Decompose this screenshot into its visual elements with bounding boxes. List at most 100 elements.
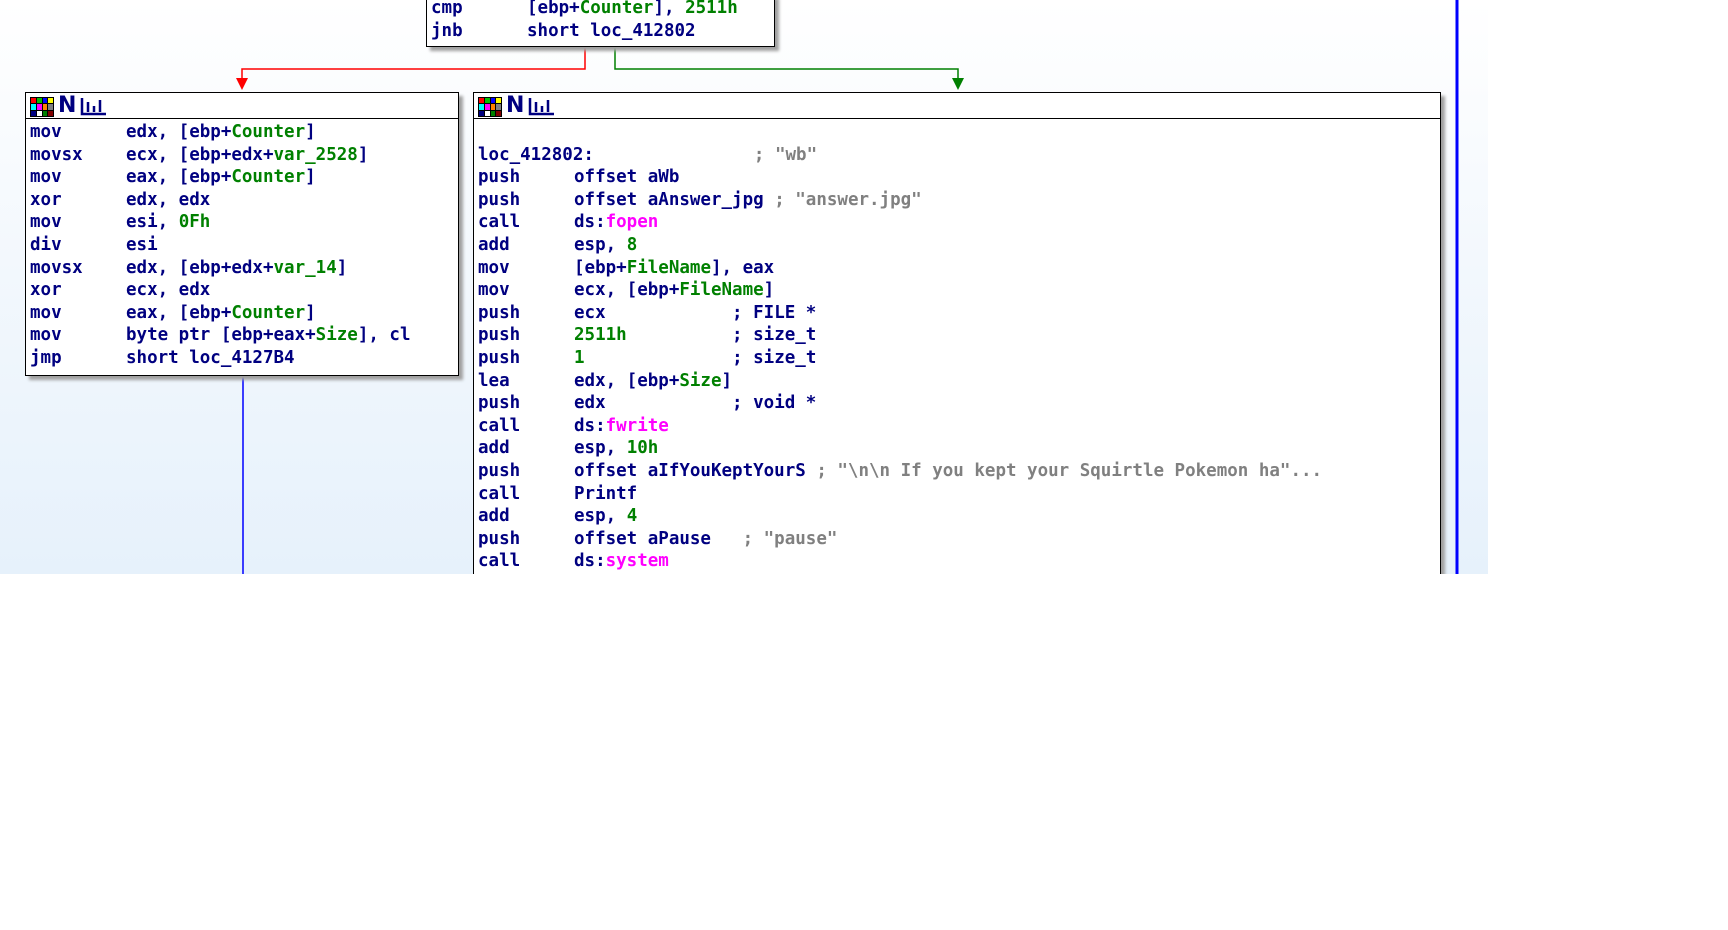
mnemonic: push xyxy=(478,347,521,368)
instruction-line[interactable]: push 1 ; size_t xyxy=(478,347,1440,370)
instruction-line[interactable]: call Printf xyxy=(478,483,1440,506)
instruction-line[interactable]: push offset aAnswer_jpg ; "answer.jpg" xyxy=(478,189,1440,212)
code-label[interactable]: loc_412802: xyxy=(478,145,594,165)
instruction-line[interactable]: mov eax, [ebp+Counter] xyxy=(30,166,458,189)
code-block-left-body: mov edx, [ebp+Counter] movsx ecx, [ebp+edx+… xyxy=(26,119,458,370)
graph-view-canvas[interactable]: cmp [ebp+ Counter], 2511h jnb short loc_4128… xyxy=(0,0,1488,574)
operand: ds: xyxy=(574,551,606,572)
instruction-line[interactable]: call ds:fwrite xyxy=(478,415,1440,438)
mnemonic: movsx xyxy=(30,144,83,165)
instruction-line[interactable]: mov eax, [ebp+Counter] xyxy=(30,302,458,325)
instruction-line[interactable]: div esi xyxy=(30,234,458,257)
instruction-line[interactable]: mov esi, 0Fh xyxy=(30,211,458,234)
mnemonic: cmp xyxy=(431,0,463,18)
n-icon[interactable]: N xyxy=(506,95,524,117)
operand: ; size_t xyxy=(732,325,817,346)
code-block-right[interactable]: N loc_412802: ; "wb" push offset aWb push of… xyxy=(473,92,1441,574)
operand xyxy=(627,325,732,345)
instruction-line[interactable]: mov ecx, [ebp+FileName] xyxy=(478,279,1440,302)
operand: ; size_t xyxy=(732,347,817,368)
instruction-line[interactable]: add esp, 4 xyxy=(478,505,1440,528)
mnemonic: call xyxy=(478,483,521,504)
operand: eax, [ebp+ xyxy=(126,167,232,188)
mnemonic: add xyxy=(478,506,510,527)
operand: ; FILE * xyxy=(732,302,817,323)
operand: 2511h xyxy=(685,0,738,18)
mnemonic: jmp xyxy=(30,347,62,368)
mnemonic: mov xyxy=(478,280,510,301)
instruction-line[interactable]: mov byte ptr [ebp+eax+Size], cl xyxy=(30,324,458,347)
comment: ; "\n\n If you kept your Squirtle Pokemo… xyxy=(816,460,1323,481)
graph-icon[interactable] xyxy=(528,96,556,116)
instruction-line[interactable]: lea edx, [ebp+Size] xyxy=(478,370,1440,393)
operand: ecx xyxy=(574,302,733,323)
n-icon[interactable]: N xyxy=(58,95,76,117)
mnemonic: mov xyxy=(30,325,62,346)
mnemonic: push xyxy=(478,167,521,188)
operand: Counter xyxy=(231,302,306,323)
operand: 10h xyxy=(626,438,659,459)
instruction-line[interactable]: jnb short loc_412802 xyxy=(431,20,774,43)
mnemonic: call xyxy=(478,415,521,436)
edge-false-arrow xyxy=(236,78,248,90)
color-grid-icon[interactable] xyxy=(478,97,502,117)
instruction-line[interactable]: add esp, 10h xyxy=(478,437,1440,460)
operand: ecx, [ebp+ xyxy=(574,280,680,301)
operand: ] xyxy=(721,370,733,391)
instruction-line[interactable]: movsx ecx, [ebp+edx+var_2528] xyxy=(30,144,458,167)
operand: 0Fh xyxy=(178,212,211,233)
operand: offset aWb xyxy=(574,167,680,188)
instruction-line[interactable]: movsx edx, [ebp+edx+var_14] xyxy=(30,257,458,280)
code-label-comment: ; "wb" xyxy=(753,144,818,165)
instruction-line[interactable]: add esp, 8 xyxy=(478,234,1440,257)
operand: ; void * xyxy=(732,393,817,414)
code-block-top[interactable]: cmp [ebp+Counter], 2511h jnb short loc_4128… xyxy=(426,0,775,47)
instruction-line[interactable]: call ds:fopen xyxy=(478,211,1440,234)
instruction-line[interactable]: push ecx ; FILE * xyxy=(478,302,1440,325)
mnemonic: push xyxy=(478,325,521,346)
instruction-line[interactable]: cmp [ebp+Counter], 2511h xyxy=(431,0,774,20)
operand: FileName xyxy=(626,257,711,278)
code-block-top-body: cmp [ebp+Counter], 2511h jnb short loc_4128… xyxy=(427,0,774,42)
edge-false-branch xyxy=(241,46,586,84)
operand: offset aIfYouKeptYourS xyxy=(574,460,817,481)
instruction-line[interactable]: mov [ebp+FileName], eax xyxy=(478,257,1440,280)
operand: edx, edx xyxy=(126,189,211,210)
operand: ] xyxy=(305,302,316,323)
instruction-line[interactable]: xor edx, edx xyxy=(30,189,458,212)
instruction-line[interactable]: push edx ; void * xyxy=(478,392,1440,415)
edge-true-arrow xyxy=(952,78,964,90)
comment: ; "answer.jpg" xyxy=(774,189,922,210)
instruction-line[interactable]: push offset aIfYouKeptYourS ; "\n\n If yo… xyxy=(478,460,1440,483)
operand: Size xyxy=(679,370,722,391)
operand: ], xyxy=(653,0,686,18)
instruction-line[interactable]: mov edx, [ebp+Counter] xyxy=(30,121,458,144)
operand: edx, [ebp+ xyxy=(126,122,232,142)
mnemonic: push xyxy=(478,393,521,414)
mnemonic: add xyxy=(478,438,510,459)
mnemonic: mov xyxy=(30,212,62,233)
operand: ], eax xyxy=(710,257,775,278)
mnemonic: mov xyxy=(30,122,62,142)
instruction-line[interactable]: push offset aWb xyxy=(478,166,1440,189)
operand: fwrite xyxy=(605,415,669,436)
mnemonic: add xyxy=(478,234,510,255)
operand: [ebp+ xyxy=(574,257,627,278)
operand: edx, [ebp+edx+ xyxy=(126,257,274,278)
code-block-left[interactable]: N mov edx, [ebp+Counter] movsx ecx, [ebp+ed… xyxy=(25,92,459,376)
operand: [ebp+ xyxy=(527,0,580,18)
graph-icon[interactable] xyxy=(80,96,108,116)
color-grid-icon[interactable] xyxy=(30,97,54,117)
operand: offset aPause xyxy=(574,528,743,549)
instruction-line[interactable]: push 2511h ; size_t xyxy=(478,324,1440,347)
operand: short loc_4127B4 xyxy=(126,347,295,368)
operand: ecx, edx xyxy=(126,280,211,301)
operand: ] xyxy=(305,122,316,142)
instruction-line[interactable]: jmp short loc_4127B4 xyxy=(30,347,458,370)
instruction-line[interactable]: push offset aPause ; "pause" xyxy=(478,528,1440,551)
mnemonic: push xyxy=(478,302,521,323)
instruction-line[interactable]: call ds:system xyxy=(478,550,1440,573)
instruction-line[interactable]: xor ecx, edx xyxy=(30,279,458,302)
operand: Counter xyxy=(231,167,306,188)
operand: system xyxy=(605,551,669,572)
